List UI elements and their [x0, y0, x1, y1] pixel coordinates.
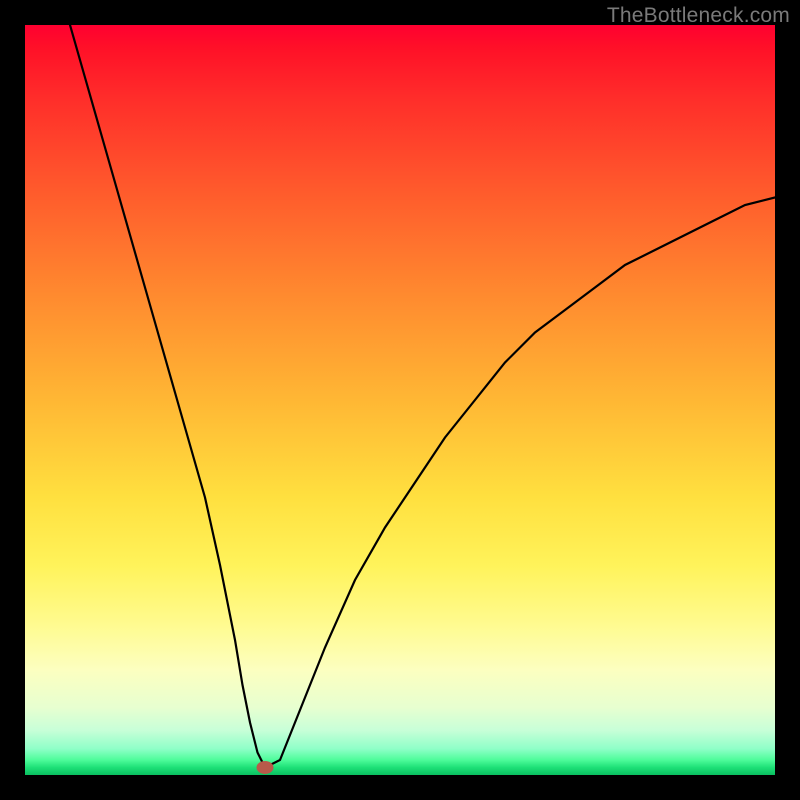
minimum-marker [257, 762, 273, 774]
bottleneck-curve [70, 25, 775, 768]
watermark-text: TheBottleneck.com [607, 4, 790, 28]
chart-frame: TheBottleneck.com [0, 0, 800, 800]
curve-layer [25, 25, 775, 775]
plot-area [25, 25, 775, 775]
